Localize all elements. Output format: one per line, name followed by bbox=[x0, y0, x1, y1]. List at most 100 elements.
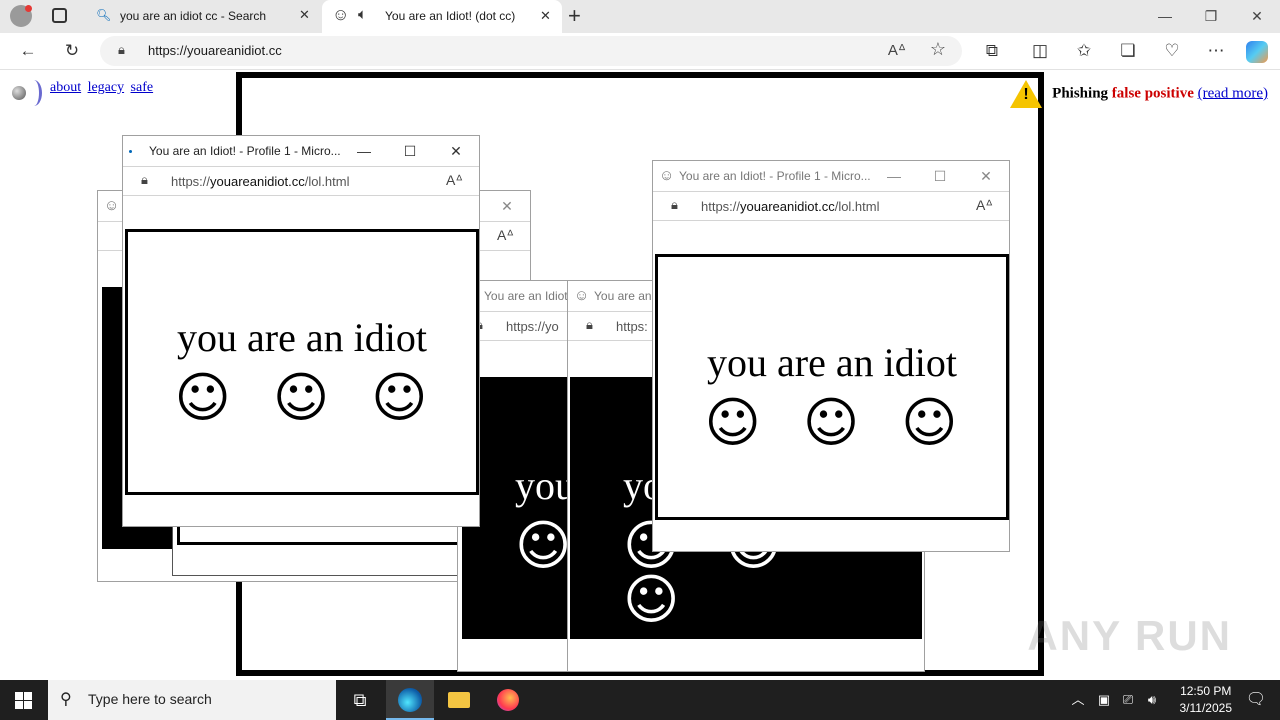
clock-date: 3/11/2025 bbox=[1179, 701, 1233, 715]
search-icon: 🔍︎ bbox=[96, 8, 112, 22]
tab-label: you are an idiot cc - Search bbox=[120, 9, 267, 23]
close-button[interactable]: ✕ bbox=[433, 136, 479, 166]
favorites-icon[interactable]: ✩ bbox=[1070, 37, 1098, 65]
popup-title: You are an Idiot! - Profile 1 - Micro... bbox=[679, 169, 871, 183]
clock-time: 12:50 PM bbox=[1180, 684, 1232, 698]
legacy-link[interactable]: legacy bbox=[88, 80, 125, 95]
popup-window[interactable]: You are an Idiot! - Profile 1 - Micro...… bbox=[122, 135, 480, 527]
network-icon[interactable]: ▣ bbox=[1092, 680, 1116, 720]
close-button[interactable]: ✕ bbox=[963, 161, 1009, 191]
restore-button[interactable]: ❐ bbox=[1188, 0, 1234, 32]
minimize-button[interactable]: — bbox=[871, 161, 917, 191]
popup-content: you are an idiot ☺☺☺ bbox=[655, 254, 1009, 520]
phishing-banner: ! Phishing false positive (read more) bbox=[1010, 80, 1268, 108]
popup-title: You are an Idiot! - Profile 1 - Micro... bbox=[149, 144, 341, 158]
notifications-icon[interactable]: 🗨︎ bbox=[1232, 680, 1280, 720]
smiley-icon: ☺ bbox=[174, 366, 273, 429]
read-more-link[interactable]: (read more) bbox=[1198, 85, 1268, 101]
new-tab-button[interactable]: + bbox=[568, 3, 581, 29]
warning-icon: ! bbox=[1010, 80, 1043, 108]
popup-address-bar[interactable]: 🔒︎ https://youareanidiot.cc/lol.html Aᐞ bbox=[653, 191, 1009, 221]
popup-content: you are an idiot ☺☺☺ bbox=[125, 229, 479, 495]
smiley-row: ☺☺☺ bbox=[128, 371, 476, 425]
lock-icon[interactable]: 🔒︎ bbox=[118, 42, 125, 58]
minimize-button[interactable]: — bbox=[341, 136, 387, 166]
smiley-icon: ☺ bbox=[659, 167, 675, 184]
close-tab-icon[interactable]: ✕ bbox=[540, 8, 551, 24]
popup-titlebar[interactable]: You are an Idiot! - Profile 1 - Micro...… bbox=[123, 136, 479, 166]
task-view-icon[interactable]: ⧉ bbox=[336, 680, 384, 720]
edge-icon[interactable] bbox=[386, 680, 434, 720]
watermark: ANY RUN bbox=[1027, 612, 1232, 659]
extensions-icon[interactable]: ⧉ bbox=[978, 37, 1006, 65]
popup-url: https: bbox=[616, 319, 648, 334]
popup-url: https://youareanidiot.cc/lol.html bbox=[171, 174, 350, 189]
split-screen-icon[interactable]: ◫ bbox=[1026, 37, 1054, 65]
more-icon[interactable]: ⋯ bbox=[1202, 37, 1230, 65]
taskbar: ⚲ Type here to search ⧉ ︿ ▣ ⎚ 🔊︎ 12:50 P… bbox=[0, 680, 1280, 720]
address-bar[interactable]: 🔒︎ https://youareanidiot.cc Aᐞ ☆ bbox=[100, 36, 962, 66]
windows-start-icon[interactable] bbox=[0, 680, 48, 720]
smiley-icon: ☺ bbox=[332, 5, 350, 24]
close-tab-icon[interactable]: ✕ bbox=[299, 7, 310, 23]
smiley-icon: ☺ bbox=[901, 391, 1000, 454]
tab-active[interactable]: ☺ 🔈︎ You are an Idiot! (dot cc) ✕ bbox=[322, 0, 562, 33]
read-aloud-icon[interactable]: Aᐞ bbox=[446, 172, 463, 189]
edge-dot-icon bbox=[129, 150, 132, 153]
tab-actions-icon[interactable] bbox=[52, 8, 67, 23]
minimize-button[interactable]: — bbox=[1142, 0, 1188, 32]
back-icon[interactable]: ← bbox=[14, 37, 42, 65]
close-button[interactable]: ✕ bbox=[1234, 0, 1280, 32]
url-text[interactable]: https://youareanidiot.cc bbox=[148, 43, 282, 58]
tab-search[interactable]: 🔍︎ you are an idiot cc - Search ✕ bbox=[84, 4, 320, 32]
smiley-icon: ☺ bbox=[802, 391, 902, 454]
toolbar: ← ↻ 🔒︎ https://youareanidiot.cc Aᐞ ☆ ⧉ ◫… bbox=[0, 33, 1280, 70]
popup-url: https://yo bbox=[506, 319, 559, 334]
firefox-icon[interactable] bbox=[484, 680, 532, 720]
ethernet-icon[interactable]: ⎚ bbox=[1116, 680, 1140, 720]
read-aloud-icon[interactable]: Aᐞ bbox=[976, 197, 993, 214]
performance-icon[interactable]: ♡ bbox=[1158, 37, 1186, 65]
volume-icon[interactable]: 🔊︎ bbox=[1140, 680, 1164, 720]
popup-title: You are an Idiot! bbox=[484, 289, 569, 303]
favorite-icon[interactable]: ☆ bbox=[930, 39, 946, 60]
smiley-icon: ☺ bbox=[104, 197, 120, 214]
collections-icon[interactable]: ❏ bbox=[1114, 37, 1142, 65]
popup-window[interactable]: ☺ You are an Idiot! - Profile 1 - Micro.… bbox=[652, 160, 1010, 552]
close-icon[interactable]: ✕ bbox=[484, 191, 530, 221]
page-content: about legacy safe ! Phishing false posit… bbox=[4, 70, 1276, 680]
banner-highlight: false positive bbox=[1111, 85, 1194, 102]
smiley-icon: ☺ bbox=[272, 366, 372, 429]
smiley-icon: ☺ bbox=[371, 366, 470, 429]
popup-title: You are an bbox=[594, 289, 652, 303]
file-explorer-icon[interactable] bbox=[434, 680, 482, 720]
smiley-icon: ☺ bbox=[623, 568, 726, 631]
clock[interactable]: 12:50 PM 3/11/2025 bbox=[1180, 683, 1233, 717]
banner-prefix: Phishing bbox=[1052, 85, 1109, 102]
lock-icon: 🔒︎ bbox=[671, 197, 678, 212]
maximize-button[interactable]: ☐ bbox=[917, 161, 963, 191]
speaker-icon[interactable]: 🔈︎ bbox=[358, 6, 367, 23]
safe-link[interactable]: safe bbox=[131, 80, 154, 95]
smiley-row: ☺☺☺ bbox=[658, 396, 1006, 450]
smiley-icon: ☺ bbox=[704, 391, 803, 454]
profile-avatar[interactable] bbox=[10, 5, 32, 27]
search-icon: ⚲ bbox=[60, 691, 72, 708]
smiley-icon: ☺ bbox=[515, 514, 569, 577]
copilot-icon[interactable] bbox=[1246, 41, 1268, 63]
maximize-button[interactable]: ☐ bbox=[387, 136, 433, 166]
tab-bar: 🔍︎ you are an idiot cc - Search ✕ ☺ 🔈︎ Y… bbox=[0, 0, 1280, 33]
lock-icon: 🔒︎ bbox=[586, 317, 593, 332]
show-hidden-icons[interactable]: ︿ bbox=[1066, 680, 1090, 720]
tab-label: You are an Idiot! (dot cc) bbox=[385, 9, 516, 23]
refresh-icon[interactable]: ↻ bbox=[58, 37, 86, 65]
read-aloud-icon[interactable]: Aᐞ bbox=[888, 41, 906, 59]
read-aloud-icon[interactable]: Aᐞ bbox=[497, 227, 514, 244]
idiot-text: you bbox=[515, 463, 569, 508]
about-link[interactable]: about bbox=[50, 80, 81, 95]
popup-address-bar[interactable]: 🔒︎ https://youareanidiot.cc/lol.html Aᐞ bbox=[123, 166, 479, 196]
smiley-icon: ☺ bbox=[574, 287, 590, 304]
taskbar-search-input[interactable]: ⚲ Type here to search bbox=[48, 680, 336, 720]
popup-titlebar[interactable]: ☺ You are an Idiot! - Profile 1 - Micro.… bbox=[653, 161, 1009, 191]
lock-icon: 🔒︎ bbox=[141, 172, 148, 187]
